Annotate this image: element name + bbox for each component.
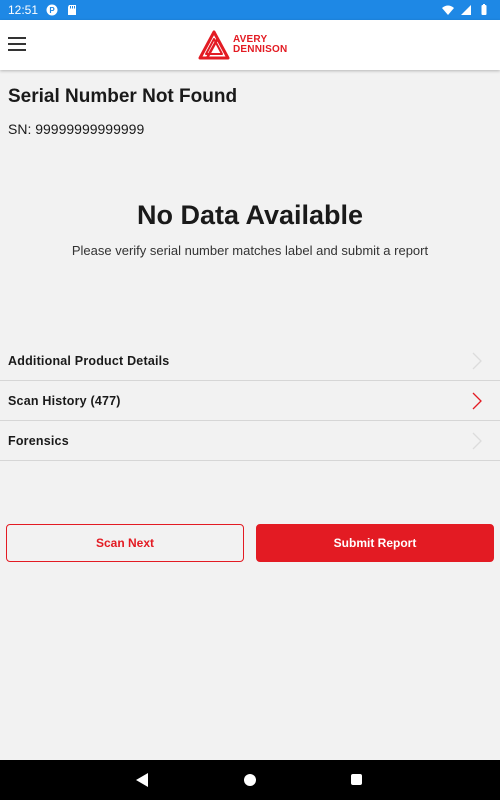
list-item-scan-history[interactable]: Scan History (477) — [0, 381, 500, 421]
recent-apps-icon[interactable] — [351, 774, 362, 785]
submit-report-button[interactable]: Submit Report — [256, 524, 494, 562]
chevron-right-icon — [472, 432, 482, 449]
status-bar: 12:51 P — [0, 0, 500, 20]
details-list: Additional Product Details Scan History … — [0, 341, 500, 461]
back-icon[interactable] — [136, 773, 148, 787]
list-item-additional-product-details[interactable]: Additional Product Details — [0, 341, 500, 381]
list-item-forensics[interactable]: Forensics — [0, 421, 500, 461]
empty-state-title: No Data Available — [136, 200, 364, 230]
status-bar-left: 12:51 P — [8, 3, 78, 17]
logo-wordmark: AVERY DENNISON — [233, 35, 287, 55]
chevron-right-icon — [472, 392, 482, 409]
status-time: 12:51 — [8, 3, 39, 17]
scan-next-button[interactable]: Scan Next — [6, 524, 244, 562]
status-bar-right — [442, 4, 490, 16]
sd-card-icon — [68, 5, 77, 15]
page-title: Serial Number Not Found — [8, 86, 238, 107]
serial-number: SN: 99999999999999 — [8, 121, 145, 137]
chevron-right-icon — [472, 352, 482, 369]
battery-icon — [481, 4, 487, 15]
hamburger-menu-icon[interactable] — [8, 37, 28, 53]
signal-icon — [461, 5, 471, 15]
list-item-label: Scan History (477) — [8, 393, 121, 408]
notification-icon: P — [46, 4, 58, 16]
home-icon[interactable] — [244, 774, 256, 786]
list-item-label: Additional Product Details — [8, 353, 170, 368]
system-navigation-bar — [0, 760, 500, 800]
svg-text:P: P — [49, 6, 55, 15]
avery-dennison-logo: AVERY DENNISON — [198, 28, 308, 62]
wifi-icon — [442, 5, 454, 15]
empty-state-subtitle: Please verify serial number matches labe… — [71, 243, 429, 258]
list-item-label: Forensics — [8, 433, 69, 448]
logo-line-2: DENNISON — [233, 44, 288, 55]
app-bar: AVERY DENNISON — [0, 20, 500, 70]
logo-triangle-icon — [198, 30, 230, 60]
